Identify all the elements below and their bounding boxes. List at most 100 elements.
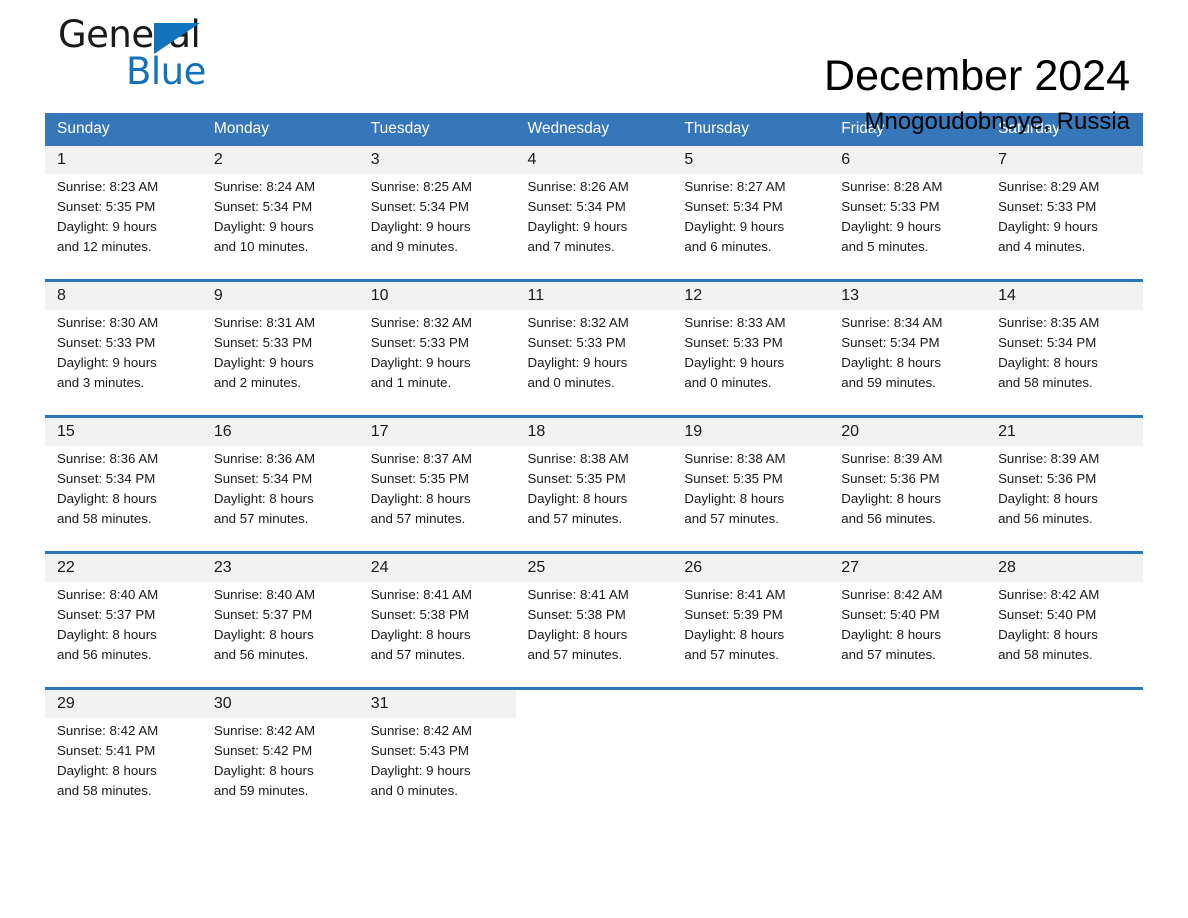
day-cell[interactable]: Sunrise: 8:40 AM Sunset: 5:37 PM Dayligh… (45, 582, 202, 689)
day-number[interactable]: 25 (515, 551, 673, 582)
day-cell[interactable]: Sunrise: 8:42 AM Sunset: 5:40 PM Dayligh… (829, 582, 987, 689)
day-number[interactable]: 18 (515, 415, 673, 446)
day-number[interactable]: 26 (672, 551, 830, 582)
day-number[interactable]: 24 (358, 551, 516, 582)
sunrise-text: Sunrise: 8:27 AM (684, 179, 786, 194)
sunset-text: Sunset: 5:38 PM (527, 607, 626, 622)
day-number[interactable]: 11 (515, 279, 673, 310)
daylight-text-line1: Daylight: 9 hours (527, 219, 628, 234)
day-cell[interactable]: Sunrise: 8:41 AM Sunset: 5:38 PM Dayligh… (515, 582, 673, 689)
day-cell[interactable]: Sunrise: 8:42 AM Sunset: 5:41 PM Dayligh… (45, 718, 202, 823)
day-cell[interactable]: Sunrise: 8:30 AM Sunset: 5:33 PM Dayligh… (45, 310, 202, 417)
daylight-text-line2: and 58 minutes. (998, 375, 1093, 390)
day-cell[interactable]: Sunrise: 8:34 AM Sunset: 5:34 PM Dayligh… (829, 310, 987, 417)
day-number[interactable]: 1 (45, 146, 202, 174)
day-number[interactable]: 9 (201, 279, 359, 310)
sunrise-text: Sunrise: 8:41 AM (684, 587, 786, 602)
sunrise-text: Sunrise: 8:42 AM (841, 587, 943, 602)
day-cell[interactable]: Sunrise: 8:35 AM Sunset: 5:34 PM Dayligh… (986, 310, 1143, 417)
day-number[interactable]: 23 (201, 551, 359, 582)
day-cell[interactable]: Sunrise: 8:40 AM Sunset: 5:37 PM Dayligh… (201, 582, 359, 689)
day-number[interactable]: 17 (358, 415, 516, 446)
sunset-text: Sunset: 5:43 PM (370, 743, 469, 758)
daylight-text-line2: and 57 minutes. (370, 647, 466, 662)
sunrise-text: Sunrise: 8:35 AM (998, 315, 1100, 330)
day-number[interactable]: 12 (672, 279, 830, 310)
day-cell[interactable]: Sunrise: 8:36 AM Sunset: 5:34 PM Dayligh… (45, 446, 202, 553)
day-number[interactable]: 2 (201, 146, 359, 174)
daylight-text-line1: Daylight: 8 hours (370, 627, 471, 642)
sunset-text: Sunset: 5:41 PM (57, 743, 156, 758)
daylight-text-line2: and 6 minutes. (684, 239, 772, 254)
weekday-header-monday: Monday (201, 113, 359, 146)
day-cell[interactable]: Sunrise: 8:24 AM Sunset: 5:34 PM Dayligh… (201, 174, 359, 281)
day-cell[interactable]: Sunrise: 8:37 AM Sunset: 5:35 PM Dayligh… (358, 446, 516, 553)
sunrise-text: Sunrise: 8:38 AM (527, 451, 629, 466)
daylight-text-line1: Daylight: 8 hours (213, 627, 314, 642)
sunrise-text: Sunrise: 8:39 AM (998, 451, 1100, 466)
day-cell[interactable]: Sunrise: 8:26 AM Sunset: 5:34 PM Dayligh… (515, 174, 673, 281)
day-number[interactable]: 27 (829, 551, 987, 582)
day-number[interactable]: 5 (672, 146, 830, 174)
daylight-text-line2: and 56 minutes. (841, 511, 936, 526)
day-number[interactable]: 6 (829, 146, 987, 174)
daylight-text-line2: and 0 minutes. (684, 375, 772, 390)
day-cell[interactable]: Sunrise: 8:42 AM Sunset: 5:42 PM Dayligh… (201, 718, 359, 823)
day-cell[interactable]: Sunrise: 8:25 AM Sunset: 5:34 PM Dayligh… (358, 174, 516, 281)
day-number[interactable]: 3 (358, 146, 516, 174)
day-number[interactable]: 7 (986, 146, 1143, 174)
day-cell[interactable]: Sunrise: 8:31 AM Sunset: 5:33 PM Dayligh… (201, 310, 359, 417)
day-number[interactable]: 19 (672, 415, 830, 446)
day-number[interactable]: 28 (986, 551, 1143, 582)
daylight-text-line1: Daylight: 8 hours (998, 627, 1098, 642)
day-cell[interactable]: Sunrise: 8:33 AM Sunset: 5:33 PM Dayligh… (672, 310, 830, 417)
daylight-text-line2: and 1 minute. (370, 375, 452, 390)
day-number[interactable]: 21 (986, 415, 1143, 446)
day-number[interactable]: 15 (45, 415, 202, 446)
day-cell[interactable]: Sunrise: 8:29 AM Sunset: 5:33 PM Dayligh… (986, 174, 1143, 281)
calendar-table: Sunday Monday Tuesday Wednesday Thursday… (45, 113, 1143, 823)
day-cell[interactable]: Sunrise: 8:39 AM Sunset: 5:36 PM Dayligh… (829, 446, 987, 553)
day-number[interactable]: 10 (358, 279, 516, 310)
day-cell[interactable]: Sunrise: 8:28 AM Sunset: 5:33 PM Dayligh… (829, 174, 987, 281)
day-cell-empty (515, 718, 673, 823)
sunrise-text: Sunrise: 8:42 AM (57, 723, 159, 738)
page-title: December 2024 (824, 52, 1130, 100)
day-cell[interactable]: Sunrise: 8:38 AM Sunset: 5:35 PM Dayligh… (515, 446, 673, 553)
day-number[interactable]: 8 (45, 279, 202, 310)
day-cell[interactable]: Sunrise: 8:23 AM Sunset: 5:35 PM Dayligh… (45, 174, 202, 281)
day-cell[interactable]: Sunrise: 8:36 AM Sunset: 5:34 PM Dayligh… (201, 446, 359, 553)
day-cell[interactable]: Sunrise: 8:32 AM Sunset: 5:33 PM Dayligh… (515, 310, 673, 417)
day-cell[interactable]: Sunrise: 8:41 AM Sunset: 5:38 PM Dayligh… (358, 582, 516, 689)
sunrise-text: Sunrise: 8:23 AM (57, 179, 159, 194)
day-number[interactable]: 13 (829, 279, 987, 310)
day-number[interactable]: 14 (986, 279, 1143, 310)
sunset-text: Sunset: 5:34 PM (213, 471, 313, 486)
day-cell[interactable]: Sunrise: 8:41 AM Sunset: 5:39 PM Dayligh… (672, 582, 830, 689)
day-number[interactable]: 31 (358, 687, 516, 718)
calendar-body: 1 2 3 4 5 6 7 Sunrise: 8:23 AM Sunset: 5… (45, 146, 1143, 823)
day-number[interactable]: 29 (45, 687, 202, 718)
day-cell[interactable]: Sunrise: 8:42 AM Sunset: 5:43 PM Dayligh… (358, 718, 516, 823)
sunset-text: Sunset: 5:34 PM (998, 335, 1097, 350)
day-number[interactable]: 16 (201, 415, 359, 446)
generalblue-logo[interactable]: General Blue (58, 8, 278, 98)
day-cell-empty (986, 718, 1143, 823)
sunset-text: Sunset: 5:35 PM (370, 471, 469, 486)
day-cell[interactable]: Sunrise: 8:38 AM Sunset: 5:35 PM Dayligh… (672, 446, 830, 553)
sunset-text: Sunset: 5:34 PM (684, 199, 783, 214)
day-cell[interactable]: Sunrise: 8:32 AM Sunset: 5:33 PM Dayligh… (358, 310, 516, 417)
day-cell[interactable]: Sunrise: 8:27 AM Sunset: 5:34 PM Dayligh… (672, 174, 830, 281)
day-cell[interactable]: Sunrise: 8:42 AM Sunset: 5:40 PM Dayligh… (986, 582, 1143, 689)
day-cell[interactable]: Sunrise: 8:39 AM Sunset: 5:36 PM Dayligh… (986, 446, 1143, 553)
week-3-detail-row: Sunrise: 8:36 AM Sunset: 5:34 PM Dayligh… (45, 446, 1143, 553)
sunrise-text: Sunrise: 8:31 AM (213, 315, 316, 330)
day-number[interactable]: 30 (201, 687, 359, 718)
daylight-text-line1: Daylight: 8 hours (57, 627, 157, 642)
daylight-text-line2: and 7 minutes. (527, 239, 615, 254)
sunrise-text: Sunrise: 8:30 AM (57, 315, 159, 330)
day-number[interactable]: 20 (829, 415, 987, 446)
sunset-text: Sunset: 5:38 PM (370, 607, 469, 622)
day-number[interactable]: 4 (515, 146, 673, 174)
day-number[interactable]: 22 (45, 551, 202, 582)
